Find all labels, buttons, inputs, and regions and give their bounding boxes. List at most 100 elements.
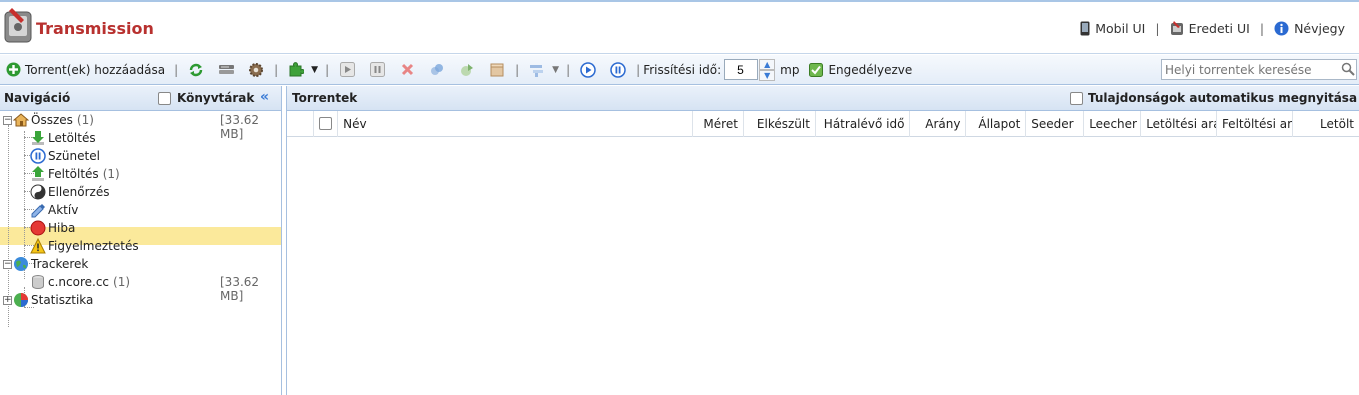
tree-item-label: Összes [31, 113, 73, 127]
refresh-interval-input[interactable] [724, 59, 759, 80]
add-torrent-label: Torrent(ek) hozzáadása [25, 62, 166, 77]
tree-item-paused[interactable]: Szünetel [30, 147, 100, 165]
mobile-ui-label: Mobil UI [1095, 21, 1146, 36]
column-header-status[interactable]: Állapot [966, 110, 1027, 137]
column-header-completed[interactable]: Elkészült [744, 110, 816, 137]
select-all-column[interactable] [314, 110, 339, 137]
start-all-button[interactable] [577, 59, 599, 81]
original-ui-link[interactable]: Eredeti UI [1170, 21, 1250, 36]
column-header-size[interactable]: Méret [693, 110, 744, 137]
column-header-download-rate[interactable]: Letöltési arán [1141, 110, 1217, 137]
toolbar-separator: | [174, 62, 179, 77]
link-separator: | [1259, 21, 1265, 36]
package-icon [490, 63, 504, 76]
pause-all-button[interactable] [607, 59, 629, 81]
warning-icon [30, 238, 46, 254]
reannounce-icon [461, 63, 474, 76]
column-header-name[interactable]: Név [338, 110, 693, 137]
refresh-spinner[interactable]: ▲ ▼ [759, 59, 776, 81]
link-separator: | [1155, 21, 1160, 36]
tree-item-warning[interactable]: Figyelmeztetés [30, 237, 139, 255]
collapse-icon[interactable]: « [260, 89, 269, 105]
tree-item-count: (1) [102, 167, 120, 181]
play-icon [339, 62, 355, 77]
torrents-header: Torrentek Tulajdonságok automatikus megn… [287, 86, 1359, 111]
database-icon [32, 275, 44, 289]
recheck-button[interactable] [426, 59, 448, 81]
navigation-header: Navigáció Könyvtárak « [0, 86, 281, 111]
auto-open-checkbox[interactable] [1070, 91, 1083, 105]
mobile-ui-link[interactable]: Mobil UI [1080, 21, 1145, 36]
tree-item-label: Hiba [48, 221, 76, 235]
spin-up-icon[interactable]: ▲ [759, 59, 776, 70]
tree-item-label: c.ncore.cc [48, 275, 110, 289]
tree-item-count: (1) [76, 113, 94, 127]
expand-toggle-icon[interactable]: + [3, 295, 12, 305]
column-header-leecher[interactable]: Leecher [1084, 110, 1142, 137]
chevron-down-icon[interactable]: ▼ [552, 65, 559, 75]
tree-item-error[interactable]: Hiba [30, 219, 75, 237]
original-ui-icon [1170, 21, 1183, 35]
navigation-title: Navigáció [4, 91, 71, 105]
filter-button[interactable] [526, 59, 548, 81]
remove-button[interactable] [396, 59, 418, 81]
tree-item-label: Aktív [48, 203, 79, 217]
toolbar-separator: | [515, 62, 520, 77]
tree-item-trackers[interactable]: − Trackerek [3, 255, 88, 273]
start-button[interactable] [336, 59, 358, 81]
tree-item-count: (1) [113, 275, 131, 289]
error-circle-icon [30, 220, 46, 236]
plugin-button[interactable] [285, 59, 307, 81]
tree-item-downloading[interactable]: Letöltés [30, 129, 96, 147]
pause-circle-icon [610, 61, 626, 78]
tree-item-checking[interactable]: Ellenőrzés [30, 183, 109, 201]
column-header-seeder[interactable]: Seeder [1026, 110, 1085, 137]
refresh-unit: mp [780, 62, 800, 77]
search-icon[interactable] [1341, 62, 1355, 76]
column-header-remaining-time[interactable]: Hátralévő idő [816, 110, 911, 137]
about-link[interactable]: Névjegy [1274, 21, 1345, 36]
auto-open-properties-toggle[interactable]: Tulajdonságok automatikus megnyitása [1070, 91, 1357, 105]
libraries-checkbox[interactable] [158, 91, 171, 105]
column-header-ratio[interactable]: Arány [910, 110, 967, 137]
app-header: Transmission Mobil UI | Eredeti UI | Név… [0, 0, 1359, 54]
libraries-toggle[interactable]: Könyvtárak [158, 91, 254, 105]
pause-icon [369, 62, 385, 77]
tree-item-tracker-ncore[interactable]: c.ncore.cc (1) [30, 273, 130, 291]
tree-item-label: Ellenőrzés [48, 185, 110, 199]
column-header-downloaded[interactable]: Letölt [1293, 111, 1359, 137]
pie-chart-icon [14, 293, 28, 307]
tree-item-label: Trackerek [31, 257, 89, 271]
search-input[interactable] [1161, 59, 1357, 80]
collapse-toggle-icon[interactable]: − [3, 259, 12, 269]
navigation-panel: Navigáció Könyvtárak « − Összes (1) [33.… [0, 86, 282, 395]
spin-down-icon[interactable]: ▼ [759, 70, 776, 81]
tree-item-statistics[interactable]: + Statisztika [3, 291, 93, 309]
settings-button[interactable] [245, 59, 267, 81]
info-icon [1274, 21, 1289, 36]
tree-item-size: [33.62 MB] [220, 113, 260, 141]
toolbar-separator: | [325, 62, 330, 77]
row-number-column [287, 110, 314, 137]
add-torrent-button[interactable]: Torrent(ek) hozzáadása [6, 62, 165, 77]
tree-item-active[interactable]: Aktív [30, 201, 78, 219]
enabled-checkbox-icon[interactable] [809, 62, 824, 77]
recheck-icon [431, 63, 444, 75]
tree-item-all[interactable]: − Összes (1) [3, 111, 94, 129]
toolbar-separator: | [274, 62, 279, 77]
reannounce-button[interactable] [456, 59, 478, 81]
yin-yang-icon [30, 184, 46, 200]
collapse-toggle-icon[interactable]: − [3, 115, 12, 125]
tree-item-seeding[interactable]: Feltöltés (1) [30, 165, 120, 183]
pause-button[interactable] [366, 59, 388, 81]
refresh-label: Frissítési idő: [643, 62, 722, 77]
chevron-down-icon[interactable]: ▼ [311, 65, 318, 75]
mobile-phone-icon [1080, 21, 1090, 36]
server-button[interactable] [215, 59, 237, 81]
reload-button[interactable] [185, 59, 207, 81]
move-button[interactable] [486, 59, 508, 81]
pause-circle-icon [30, 148, 46, 164]
tree-item-size: [33.62 MB] [220, 275, 260, 303]
select-all-checkbox[interactable] [319, 117, 333, 130]
column-header-upload-rate[interactable]: Feltöltési arár [1217, 110, 1293, 137]
